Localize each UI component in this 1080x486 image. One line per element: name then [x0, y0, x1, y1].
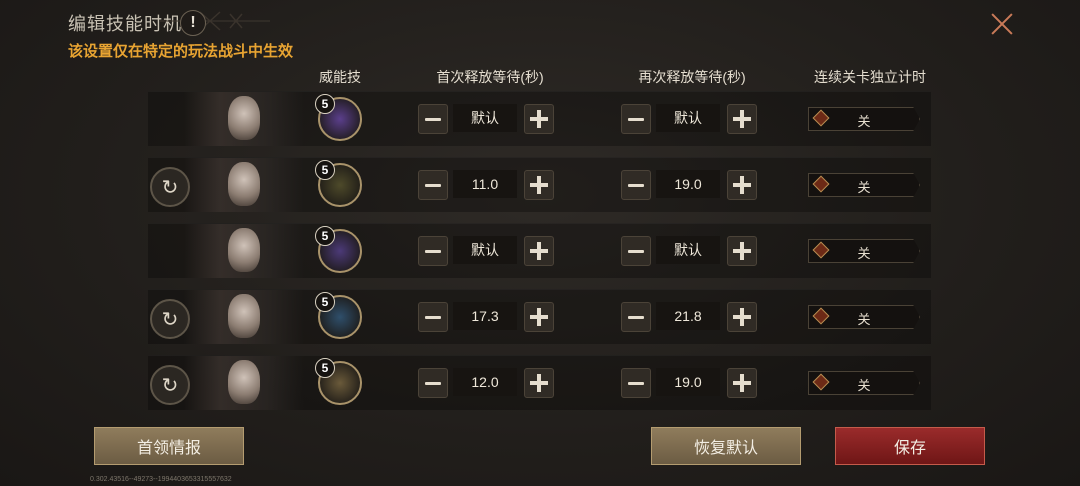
skill-icon[interactable]: 5 [315, 292, 362, 339]
next-wait-decrease-button[interactable] [621, 104, 651, 134]
skill-level-badge: 5 [315, 358, 335, 378]
skill-level-badge: 5 [315, 160, 335, 180]
hero-face [228, 360, 260, 404]
hero-row: ↻ 5 11.0 19.0 关 [148, 157, 931, 212]
hero-face [228, 162, 260, 206]
first-wait-value[interactable]: 17.3 [453, 302, 517, 330]
column-header-next-wait: 再次释放等待(秒) [638, 69, 746, 85]
next-wait-value[interactable]: 默认 [656, 104, 720, 132]
skill-icon[interactable]: 5 [315, 160, 362, 207]
toggle-label: 关 [857, 312, 871, 327]
first-wait-increase-button[interactable] [524, 302, 554, 332]
close-icon[interactable] [986, 8, 1018, 40]
skill-level-badge: 5 [315, 226, 335, 246]
title-ornament [160, 11, 270, 31]
toggle-label: 关 [857, 246, 871, 261]
hero-row: 5 默认 默认 关 [148, 223, 931, 278]
skill-icon[interactable]: 5 [315, 358, 362, 405]
skill-icon[interactable]: 5 [315, 226, 362, 273]
next-wait-decrease-button[interactable] [621, 236, 651, 266]
hero-face [228, 96, 260, 140]
version-text: 0.302.43516--49273--1994403653315557632 [90, 476, 232, 483]
skill-level-badge: 5 [315, 94, 335, 114]
skill-level-badge: 5 [315, 292, 335, 312]
hero-portrait [184, 158, 304, 212]
first-wait-decrease-button[interactable] [418, 170, 448, 200]
hero-row: ↻ 5 12.0 19.0 关 [148, 355, 931, 410]
independent-timer-toggle[interactable]: 关 [808, 107, 920, 131]
hero-portrait [184, 356, 304, 410]
first-wait-increase-button[interactable] [524, 170, 554, 200]
toggle-label: 关 [857, 180, 871, 195]
next-wait-increase-button[interactable] [727, 104, 757, 134]
next-wait-increase-button[interactable] [727, 170, 757, 200]
first-wait-value[interactable]: 11.0 [453, 170, 517, 198]
independent-timer-toggle[interactable]: 关 [808, 239, 920, 263]
next-wait-decrease-button[interactable] [621, 170, 651, 200]
hero-portrait [184, 290, 304, 344]
first-wait-value[interactable]: 默认 [453, 104, 517, 132]
first-wait-decrease-button[interactable] [418, 236, 448, 266]
toggle-label: 关 [857, 114, 871, 129]
first-wait-value[interactable]: 12.0 [453, 368, 517, 396]
next-wait-decrease-button[interactable] [621, 302, 651, 332]
column-header-skill: 威能技 [319, 69, 361, 85]
first-wait-increase-button[interactable] [524, 236, 554, 266]
column-header-independent-timer: 连续关卡独立计时 [814, 69, 926, 85]
first-wait-value[interactable]: 默认 [453, 236, 517, 264]
first-wait-increase-button[interactable] [524, 368, 554, 398]
next-wait-value[interactable]: 19.0 [656, 368, 720, 396]
next-wait-value[interactable]: 默认 [656, 236, 720, 264]
next-wait-decrease-button[interactable] [621, 368, 651, 398]
hero-face [228, 228, 260, 272]
first-wait-decrease-button[interactable] [418, 368, 448, 398]
next-wait-value[interactable]: 21.8 [656, 302, 720, 330]
hero-row: 5 默认 默认 关 [148, 91, 931, 146]
next-wait-increase-button[interactable] [727, 236, 757, 266]
hero-row: ↻ 5 17.3 21.8 关 [148, 289, 931, 344]
independent-timer-toggle[interactable]: 关 [808, 173, 920, 197]
next-wait-value[interactable]: 19.0 [656, 170, 720, 198]
info-icon[interactable]: ! [180, 10, 206, 36]
hero-face [228, 294, 260, 338]
save-button[interactable]: 保存 [835, 427, 985, 465]
next-wait-increase-button[interactable] [727, 368, 757, 398]
first-wait-decrease-button[interactable] [418, 104, 448, 134]
boss-info-button[interactable]: 首领情报 [94, 427, 244, 465]
hero-portrait [184, 92, 304, 146]
next-wait-increase-button[interactable] [727, 302, 757, 332]
skill-icon[interactable]: 5 [315, 94, 362, 141]
hero-portrait [184, 224, 304, 278]
toggle-label: 关 [857, 378, 871, 393]
first-wait-decrease-button[interactable] [418, 302, 448, 332]
first-wait-increase-button[interactable] [524, 104, 554, 134]
subtitle-notice: 该设置仅在特定的玩法战斗中生效 [68, 43, 294, 60]
independent-timer-toggle[interactable]: 关 [808, 305, 920, 329]
column-header-first-wait: 首次释放等待(秒) [436, 69, 544, 85]
independent-timer-toggle[interactable]: 关 [808, 371, 920, 395]
restore-default-button[interactable]: 恢复默认 [651, 427, 801, 465]
